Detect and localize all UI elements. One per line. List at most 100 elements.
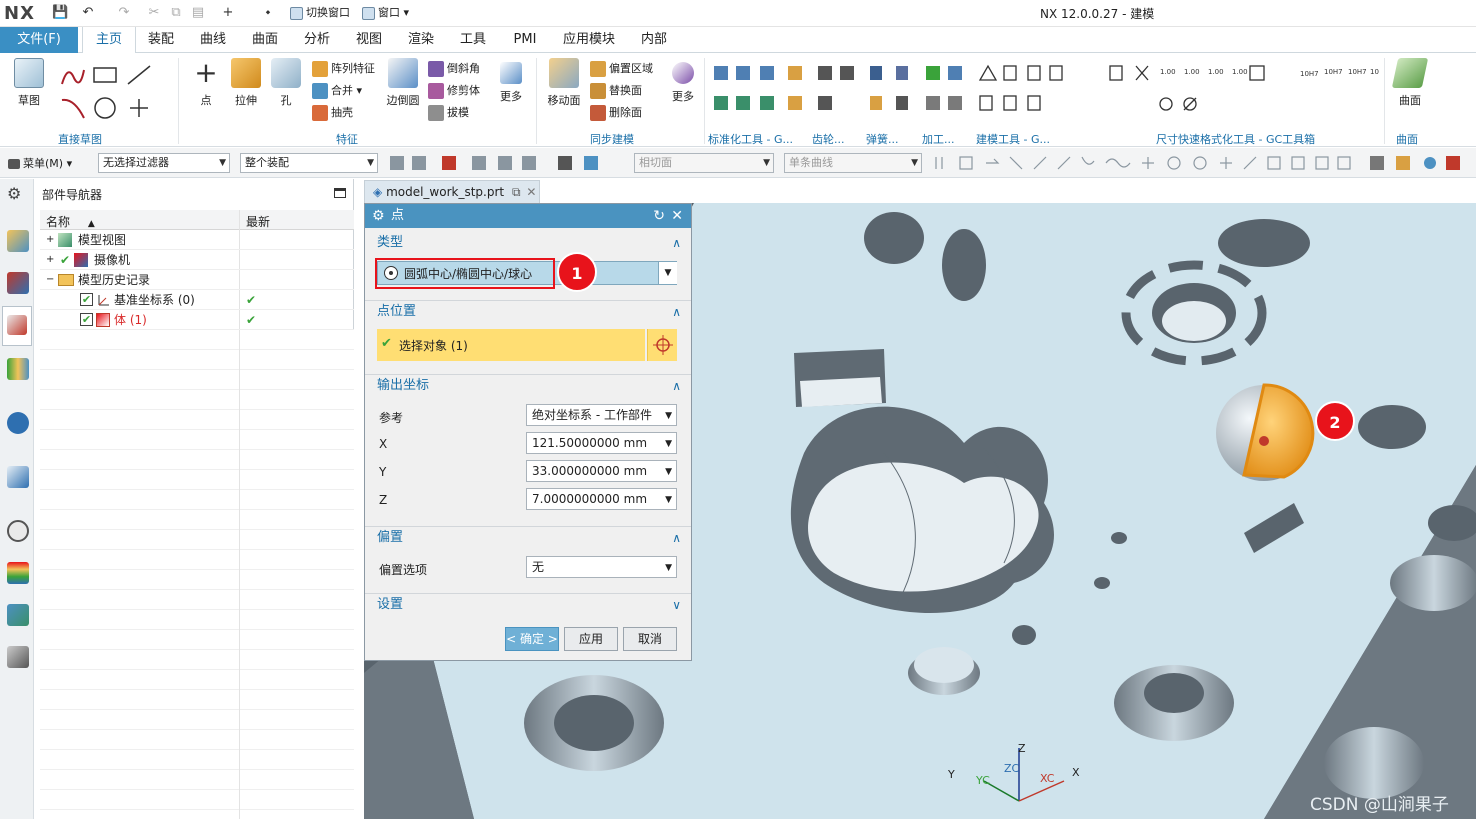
type-section-header[interactable]: 类型 ∧	[365, 232, 691, 254]
save-icon[interactable]: 💾	[52, 5, 68, 21]
tab-close-icon[interactable]: ✕	[526, 185, 536, 199]
move-face-button[interactable]: 移动面	[544, 58, 584, 108]
tree-row-model-views[interactable]: + 模型视图	[40, 230, 354, 250]
more-sync-button[interactable]: 更多	[668, 62, 698, 104]
tab-internal[interactable]: 内部	[632, 27, 676, 53]
machining-group-label[interactable]: 加工...	[922, 131, 955, 147]
select-object-field[interactable]: ✔ 选择对象 (1)	[377, 329, 645, 361]
collapse-chevron-icon[interactable]: ∧	[672, 527, 681, 549]
web-browser-icon[interactable]	[7, 466, 29, 488]
modeling-tools-group-label[interactable]: 建模工具 - G...	[976, 131, 1050, 147]
offset-option-select[interactable]: 无 ▼	[526, 556, 677, 578]
document-tab[interactable]: ◈ model_work_stp.prt ⧉ ✕	[364, 180, 540, 203]
redo-icon[interactable]: ↷	[116, 5, 132, 21]
tree-row-cameras[interactable]: + ✔ 摄像机	[40, 250, 354, 270]
gc-toolbox-icon-grid[interactable]: 1.00 1.00 1.00 1.00 10H7 10H7 10H7 10	[710, 62, 1400, 122]
tab-pin-icon[interactable]: ⧉	[512, 185, 521, 199]
type-filter-select[interactable]: 无选择过滤器 ▼	[98, 153, 230, 173]
ok-button[interactable]: < 确定 >	[505, 627, 559, 651]
point-dialog-crosshair-button[interactable]	[647, 329, 677, 361]
spring-group-label[interactable]: 弹簧...	[866, 131, 899, 147]
settings-gear-icon[interactable]: ⚙	[7, 184, 21, 203]
column-latest-header[interactable]: 最新	[246, 213, 270, 230]
unite-button[interactable]: 合并 ▾	[312, 82, 362, 99]
assembly-navigator-icon[interactable]	[7, 230, 29, 252]
reuse-library-icon[interactable]	[7, 358, 29, 380]
tab-analysis[interactable]: 分析	[296, 27, 338, 53]
sketch-curve-icons[interactable]	[58, 62, 162, 122]
expand-icon[interactable]: +	[46, 250, 54, 270]
tab-surface[interactable]: 曲面	[244, 27, 286, 53]
tree-row-body[interactable]: ✔ 体 (1) ✔	[40, 310, 354, 330]
collapse-chevron-icon[interactable]: ∧	[672, 375, 681, 397]
snap-point-toolbar[interactable]	[930, 153, 1470, 173]
tab-render[interactable]: 渲染	[400, 27, 442, 53]
pattern-feature-button[interactable]: 阵列特征	[312, 60, 375, 77]
reset-icon[interactable]: ↻	[653, 204, 665, 228]
shell-button[interactable]: 抽壳	[312, 104, 353, 121]
settings-section-header[interactable]: 设置 ∨	[365, 593, 691, 615]
selection-scope-select[interactable]: 整个装配 ▼	[240, 153, 378, 173]
role-icon[interactable]	[7, 646, 29, 668]
tree-row-datum-csys[interactable]: ✔ 基准坐标系 (0) ✔	[40, 290, 354, 310]
hd3d-tools-icon[interactable]	[7, 412, 29, 434]
maximize-navigator-icon[interactable]	[334, 188, 346, 198]
menu-button[interactable]: 菜单(M) ▾	[8, 155, 72, 171]
paste-icon[interactable]: ▤	[190, 5, 206, 21]
tab-view[interactable]: 视图	[348, 27, 390, 53]
history-clock-icon[interactable]	[7, 520, 29, 542]
expand-icon[interactable]: +	[46, 230, 54, 250]
z-coordinate-input[interactable]: 7.0000000000 mm ▼	[526, 488, 677, 510]
tab-file[interactable]: 文件(F)	[0, 27, 78, 53]
repeat-command-icon[interactable]: ⬩	[260, 5, 276, 21]
process-studio-icon[interactable]	[7, 604, 29, 626]
constraint-navigator-icon[interactable]	[7, 272, 29, 294]
visibility-checkbox[interactable]: ✔	[80, 313, 93, 326]
window-menu-button[interactable]: 窗口 ▾	[362, 4, 409, 22]
y-coordinate-input[interactable]: 33.000000000 mm ▼	[526, 460, 677, 482]
dialog-gear-icon[interactable]: ⚙	[372, 204, 385, 228]
dialog-close-icon[interactable]: ✕	[671, 204, 683, 228]
tab-tools[interactable]: 工具	[452, 27, 494, 53]
more-features-button[interactable]: 更多	[496, 62, 526, 104]
tab-assembly[interactable]: 装配	[140, 27, 182, 53]
offset-region-button[interactable]: 偏置区域	[590, 60, 653, 77]
reference-select[interactable]: 绝对坐标系 - 工作部件 ▼	[526, 404, 677, 426]
visibility-checkbox[interactable]: ✔	[80, 293, 93, 306]
apply-button[interactable]: 应用	[564, 627, 618, 651]
edge-blend-button[interactable]: 边倒圆	[384, 58, 422, 108]
gear-group-label[interactable]: 齿轮...	[812, 131, 845, 147]
curve-rule-select[interactable]: 单条曲线 ▼	[784, 153, 922, 173]
chamfer-button[interactable]: 倒斜角	[428, 60, 480, 77]
tab-applications[interactable]: 应用模块	[556, 27, 622, 53]
snap-icon-strip[interactable]	[930, 153, 1470, 173]
gc-toolbox-icons[interactable]: 1.00 1.00 1.00 1.00 10H7 10H7 10H7 10	[710, 62, 1400, 122]
cut-icon[interactable]: ✂	[146, 5, 162, 21]
tree-row-model-history[interactable]: − 模型历史记录	[40, 270, 354, 290]
std-tools-group-label[interactable]: 标准化工具 - G...	[708, 131, 793, 147]
selection-icon-strip[interactable]	[388, 153, 628, 173]
delete-face-button[interactable]: 删除面	[590, 104, 642, 121]
collapse-chevron-icon[interactable]: ∧	[672, 232, 681, 254]
cancel-button[interactable]: 取消	[623, 627, 677, 651]
tab-curve[interactable]: 曲线	[192, 27, 234, 53]
tab-home[interactable]: 主页	[82, 27, 136, 53]
hole-button[interactable]: 孔	[268, 58, 304, 108]
collapse-icon[interactable]: −	[46, 270, 54, 290]
expand-chevron-icon[interactable]: ∨	[672, 594, 681, 616]
system-materials-icon[interactable]	[7, 562, 29, 584]
tab-pmi[interactable]: PMI	[504, 27, 546, 53]
dim-tools-group-label[interactable]: 尺寸快速格式化工具 - GC工具箱	[1156, 131, 1315, 147]
dialog-title-bar[interactable]: ⚙ 点 ↻ ✕	[365, 204, 691, 228]
point-button[interactable]: + 点	[188, 58, 224, 108]
point-location-section-header[interactable]: 点位置 ∧	[365, 300, 691, 322]
undo-icon[interactable]: ↶	[80, 5, 96, 21]
draft-button[interactable]: 拔模	[428, 104, 469, 121]
surface-button[interactable]: 曲面	[1390, 58, 1430, 108]
dropdown-arrow-icon[interactable]: ▼	[658, 262, 677, 284]
add-icon[interactable]: +	[220, 5, 236, 21]
selection-toolbar-icons[interactable]	[388, 153, 628, 173]
replace-face-button[interactable]: 替换面	[590, 82, 642, 99]
collapse-chevron-icon[interactable]: ∧	[672, 301, 681, 323]
part-navigator-tab[interactable]	[2, 306, 32, 346]
